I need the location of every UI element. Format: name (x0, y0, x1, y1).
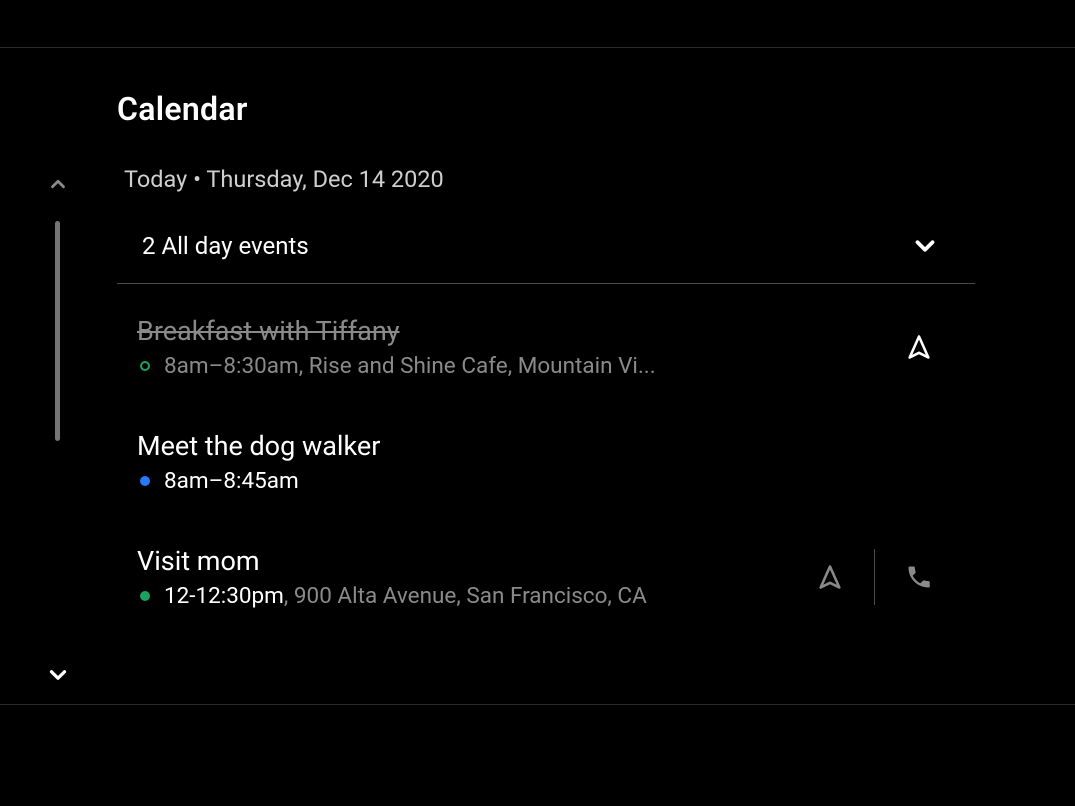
event-row[interactable]: Breakfast with Tiffany 8am–8:30am, Rise a… (117, 288, 975, 403)
event-subtitle: 12-12:30pm, 900 Alta Avenue, San Francis… (137, 583, 804, 609)
navigate-icon (816, 563, 844, 591)
event-location: , 900 Alta Avenue, San Francisco, CA (284, 583, 647, 609)
navigate-button[interactable] (893, 321, 945, 373)
events-list: Breakfast with Tiffany 8am–8:30am, Rise a… (117, 288, 975, 633)
event-body: Visit mom 12-12:30pm, 900 Alta Avenue, Sa… (137, 544, 804, 609)
page-title: Calendar (117, 90, 975, 128)
event-time: 8am–8:45am (164, 468, 299, 494)
event-row[interactable]: Meet the dog walker 8am–8:45am (117, 403, 975, 518)
navigate-button[interactable] (804, 551, 856, 603)
event-time: 12-12:30pm (164, 583, 284, 609)
event-location: , Rise and Shine Cafe, Mountain Vi... (299, 353, 656, 379)
all-day-events-label: 2 All day events (142, 232, 309, 260)
chevron-up-icon (47, 173, 69, 195)
chevron-down-icon (45, 662, 71, 688)
event-actions (804, 549, 975, 605)
phone-icon (905, 563, 933, 591)
navigate-icon (905, 333, 933, 361)
scroll-rail (0, 48, 117, 705)
event-title: Meet the dog walker (137, 429, 945, 464)
event-actions (893, 321, 975, 373)
event-title: Visit mom (137, 544, 804, 579)
scroll-down-button[interactable] (45, 662, 71, 688)
event-body: Meet the dog walker 8am–8:45am (137, 429, 945, 494)
calendar-color-dot-icon (140, 591, 150, 601)
event-row[interactable]: Visit mom 12-12:30pm, 900 Alta Avenue, Sa… (117, 518, 975, 633)
calendar-color-dot-icon (140, 476, 150, 486)
content-area: Calendar Today • Thursday, Dec 14 2020 2… (0, 48, 1075, 705)
event-subtitle: 8am–8:45am (137, 468, 945, 494)
event-time: 8am–8:30am (164, 353, 299, 379)
call-button[interactable] (893, 551, 945, 603)
action-divider (874, 549, 875, 605)
scroll-up-button[interactable] (47, 173, 69, 195)
scroll-thumb[interactable] (55, 221, 60, 441)
main-panel: Calendar Today • Thursday, Dec 14 2020 2… (117, 48, 1075, 705)
event-title: Breakfast with Tiffany (137, 314, 893, 349)
chevron-down-icon (910, 231, 940, 261)
all-day-events-row[interactable]: 2 All day events (117, 216, 975, 284)
event-subtitle: 8am–8:30am, Rise and Shine Cafe, Mountai… (137, 353, 893, 379)
date-subtitle: Today • Thursday, Dec 14 2020 (124, 165, 975, 193)
calendar-color-dot-icon (140, 361, 150, 371)
event-body: Breakfast with Tiffany 8am–8:30am, Rise a… (137, 314, 893, 379)
